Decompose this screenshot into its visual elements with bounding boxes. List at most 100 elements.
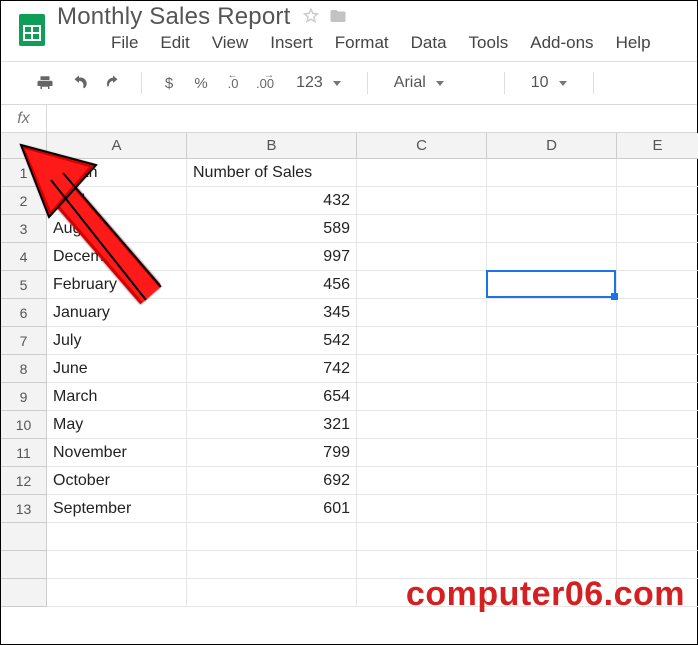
star-icon[interactable] xyxy=(302,7,320,28)
cell-E1[interactable] xyxy=(617,159,698,187)
row-header-2[interactable]: 2 xyxy=(1,187,47,215)
cell-C6[interactable] xyxy=(357,299,487,327)
redo-icon[interactable] xyxy=(103,73,123,93)
column-header-A[interactable]: A xyxy=(47,133,187,159)
cell-E6[interactable] xyxy=(617,299,698,327)
cell-E3[interactable] xyxy=(617,215,698,243)
column-header-E[interactable]: E xyxy=(617,133,698,159)
row-header-blank[interactable] xyxy=(1,551,47,579)
cell-A10[interactable]: May xyxy=(47,411,187,439)
undo-icon[interactable] xyxy=(69,73,89,93)
cell-E12[interactable] xyxy=(617,467,698,495)
cell-B7[interactable]: 542 xyxy=(187,327,357,355)
cell-B9[interactable]: 654 xyxy=(187,383,357,411)
cell-A3[interactable]: August xyxy=(47,215,187,243)
menu-addons[interactable]: Add-ons xyxy=(530,33,593,53)
cell-A12[interactable]: October xyxy=(47,467,187,495)
cell-B12[interactable]: 692 xyxy=(187,467,357,495)
folder-icon[interactable] xyxy=(328,7,348,28)
cell-A4[interactable]: December xyxy=(47,243,187,271)
row-header-8[interactable]: 8 xyxy=(1,355,47,383)
row-header-9[interactable]: 9 xyxy=(1,383,47,411)
cell-C3[interactable] xyxy=(357,215,487,243)
menu-edit[interactable]: Edit xyxy=(160,33,189,53)
row-header-blank[interactable] xyxy=(1,579,47,607)
row-header-13[interactable]: 13 xyxy=(1,495,47,523)
select-all-corner[interactable] xyxy=(1,133,47,159)
cell-C2[interactable] xyxy=(357,187,487,215)
cell-Dx13[interactable] xyxy=(487,523,617,551)
cell-Cx13[interactable] xyxy=(357,523,487,551)
cell-D13[interactable] xyxy=(487,495,617,523)
cell-B6[interactable]: 345 xyxy=(187,299,357,327)
font-size-dropdown[interactable]: 10 xyxy=(523,72,575,94)
cell-E4[interactable] xyxy=(617,243,698,271)
column-header-B[interactable]: B xyxy=(187,133,357,159)
cell-C11[interactable] xyxy=(357,439,487,467)
document-title[interactable]: Monthly Sales Report xyxy=(57,3,290,31)
row-header-3[interactable]: 3 xyxy=(1,215,47,243)
cell-C1[interactable] xyxy=(357,159,487,187)
cell-A2[interactable]: April xyxy=(47,187,187,215)
currency-format-button[interactable]: $ xyxy=(160,73,178,93)
row-header-blank[interactable] xyxy=(1,523,47,551)
cell-A5[interactable]: February xyxy=(47,271,187,299)
cell-C5[interactable] xyxy=(357,271,487,299)
menu-insert[interactable]: Insert xyxy=(270,33,313,53)
decrease-decimal-button[interactable]: .0← xyxy=(224,73,242,93)
cell-A8[interactable]: June xyxy=(47,355,187,383)
more-formats-dropdown[interactable]: 123 xyxy=(288,72,349,94)
cell-E2[interactable] xyxy=(617,187,698,215)
cell-A13[interactable]: September xyxy=(47,495,187,523)
menu-help[interactable]: Help xyxy=(616,33,651,53)
cell-D3[interactable] xyxy=(487,215,617,243)
cell-B10[interactable]: 321 xyxy=(187,411,357,439)
menu-data[interactable]: Data xyxy=(411,33,447,53)
cell-C12[interactable] xyxy=(357,467,487,495)
menu-format[interactable]: Format xyxy=(335,33,389,53)
menu-view[interactable]: View xyxy=(212,33,249,53)
row-header-1[interactable]: 1 xyxy=(1,159,47,187)
cell-A9[interactable]: March xyxy=(47,383,187,411)
cell-D6[interactable] xyxy=(487,299,617,327)
cell-D5[interactable] xyxy=(487,271,617,299)
cell-B5[interactable]: 456 xyxy=(187,271,357,299)
menu-file[interactable]: File xyxy=(111,33,138,53)
cell-A6[interactable]: January xyxy=(47,299,187,327)
cell-A11[interactable]: November xyxy=(47,439,187,467)
cell-Bx13[interactable] xyxy=(187,523,357,551)
cell-B1[interactable]: Number of Sales xyxy=(187,159,357,187)
menu-tools[interactable]: Tools xyxy=(469,33,509,53)
row-header-4[interactable]: 4 xyxy=(1,243,47,271)
cell-D7[interactable] xyxy=(487,327,617,355)
cell-A7[interactable]: July xyxy=(47,327,187,355)
cell-Ax14[interactable] xyxy=(47,551,187,579)
cell-E11[interactable] xyxy=(617,439,698,467)
cell-B13[interactable]: 601 xyxy=(187,495,357,523)
cell-B2[interactable]: 432 xyxy=(187,187,357,215)
row-header-12[interactable]: 12 xyxy=(1,467,47,495)
cell-Bx15[interactable] xyxy=(187,579,357,607)
row-header-5[interactable]: 5 xyxy=(1,271,47,299)
cell-D1[interactable] xyxy=(487,159,617,187)
cell-E9[interactable] xyxy=(617,383,698,411)
print-icon[interactable] xyxy=(35,73,55,93)
cell-E7[interactable] xyxy=(617,327,698,355)
cell-Ax15[interactable] xyxy=(47,579,187,607)
cell-B4[interactable]: 997 xyxy=(187,243,357,271)
cell-C8[interactable] xyxy=(357,355,487,383)
cell-Ax13[interactable] xyxy=(47,523,187,551)
cell-D10[interactable] xyxy=(487,411,617,439)
cell-Ex13[interactable] xyxy=(617,523,698,551)
sheets-app-icon[interactable] xyxy=(11,12,53,48)
cell-Bx14[interactable] xyxy=(187,551,357,579)
cell-C13[interactable] xyxy=(357,495,487,523)
cell-B8[interactable]: 742 xyxy=(187,355,357,383)
row-header-6[interactable]: 6 xyxy=(1,299,47,327)
cell-E8[interactable] xyxy=(617,355,698,383)
column-header-C[interactable]: C xyxy=(357,133,487,159)
cell-E13[interactable] xyxy=(617,495,698,523)
cell-E5[interactable] xyxy=(617,271,698,299)
cell-B3[interactable]: 589 xyxy=(187,215,357,243)
cell-C7[interactable] xyxy=(357,327,487,355)
